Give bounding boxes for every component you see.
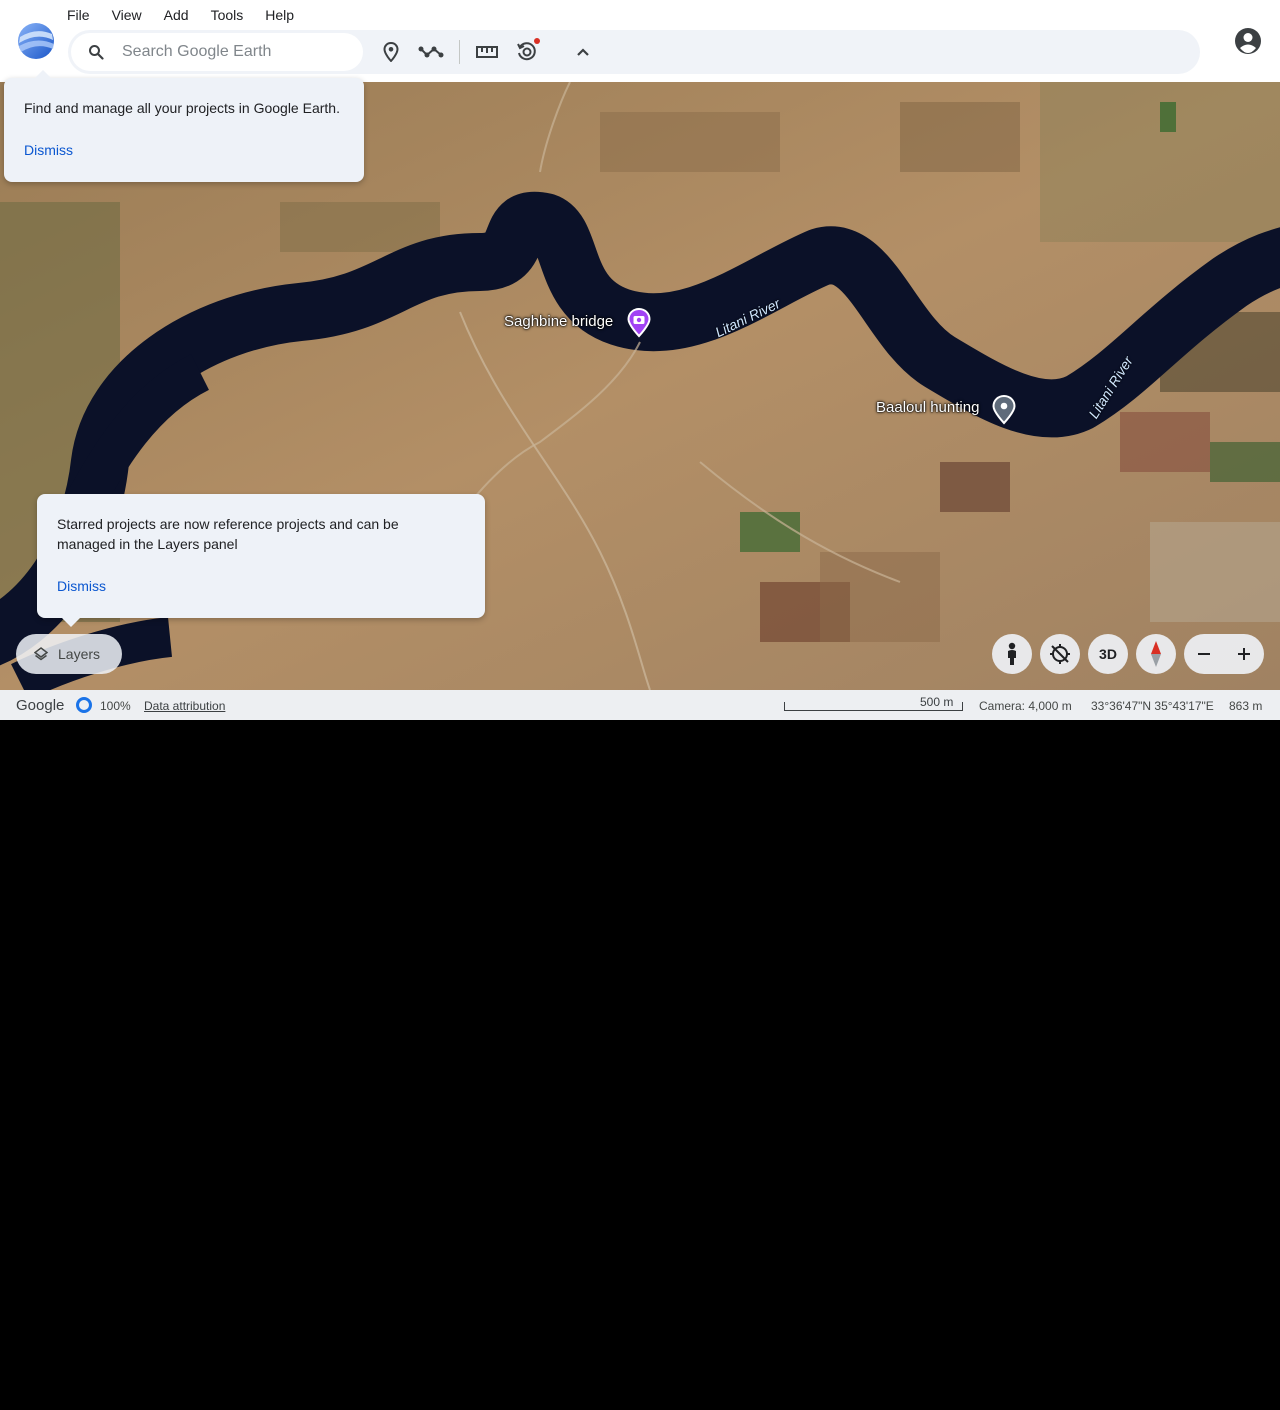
photo-pin-icon[interactable] — [627, 308, 651, 338]
account-icon[interactable] — [1233, 26, 1263, 56]
elevation: 863 m — [1229, 699, 1263, 713]
toolbar — [68, 30, 1200, 74]
popup-caret — [62, 618, 80, 627]
path-icon — [418, 46, 444, 58]
compass-icon — [1151, 641, 1161, 667]
compass-button[interactable] — [1136, 634, 1176, 674]
loading-ring-icon — [76, 697, 92, 713]
menu-tools[interactable]: Tools — [200, 4, 255, 26]
chevron-up-icon — [577, 48, 589, 56]
collapse-toolbar-button[interactable] — [569, 38, 597, 66]
notification-dot — [534, 38, 540, 44]
starred-dismiss-button[interactable]: Dismiss — [57, 578, 106, 594]
popup-caret — [34, 70, 52, 79]
layers-button[interactable]: Layers — [16, 634, 122, 674]
coordinates: 33°36'47"N 35°43'17"E — [1091, 699, 1214, 713]
search-box — [71, 33, 363, 71]
projects-tip-popup: Find and manage all your projects in Goo… — [4, 70, 364, 182]
place-label-saghbine[interactable]: Saghbine bridge — [504, 313, 613, 330]
starred-tip-text: Starred projects are now reference proje… — [57, 516, 399, 552]
google-watermark: Google — [16, 697, 65, 714]
ruler-icon — [476, 46, 498, 58]
historical-imagery-button[interactable] — [513, 38, 541, 66]
projects-tip-text: Find and manage all your projects in Goo… — [24, 100, 340, 116]
history-icon — [517, 42, 536, 61]
plus-icon — [1238, 648, 1250, 660]
place-label-baaloul[interactable]: Baaloul hunting — [876, 399, 979, 416]
zoom-in-button[interactable] — [1224, 634, 1264, 674]
reset-tilt-button[interactable] — [1040, 634, 1080, 674]
zoom-controls — [1184, 634, 1264, 674]
pegman-icon — [1008, 642, 1016, 665]
scale-bar — [784, 702, 963, 711]
layers-label: Layers — [58, 646, 101, 662]
tilt-icon — [1050, 644, 1070, 664]
top-bar: File View Add Tools Help — [0, 0, 1280, 82]
toggle-3d-button[interactable]: 3D — [1088, 634, 1128, 674]
projects-dismiss-button[interactable]: Dismiss — [24, 142, 73, 158]
data-attribution-link[interactable]: Data attribution — [144, 699, 225, 713]
search-icon[interactable] — [88, 44, 104, 60]
location-pin-icon[interactable] — [992, 395, 1016, 425]
menu-bar: File View Add Tools Help — [56, 4, 305, 26]
google-earth-logo[interactable] — [17, 22, 55, 60]
menu-file[interactable]: File — [56, 4, 101, 26]
pin-icon — [383, 42, 399, 62]
add-placemark-button[interactable] — [377, 38, 405, 66]
camera-altitude: Camera: 4,000 m — [979, 699, 1072, 713]
load-percent: 100% — [100, 699, 131, 713]
minus-icon — [1198, 653, 1210, 655]
search-input[interactable] — [120, 42, 354, 62]
pegman-button[interactable] — [992, 634, 1032, 674]
starred-tip-popup: Starred projects are now reference proje… — [37, 494, 485, 627]
menu-add[interactable]: Add — [153, 4, 200, 26]
measure-button[interactable] — [473, 38, 501, 66]
zoom-out-button[interactable] — [1184, 634, 1224, 674]
menu-view[interactable]: View — [101, 4, 153, 26]
status-bar: Google 100% Data attribution 500 m Camer… — [0, 690, 1280, 720]
toolbar-divider — [459, 40, 460, 64]
menu-help[interactable]: Help — [254, 4, 305, 26]
layers-icon — [34, 647, 48, 661]
google-earth-app: File View Add Tools Help Search Google E… — [0, 0, 1280, 720]
add-path-button[interactable] — [417, 38, 445, 66]
